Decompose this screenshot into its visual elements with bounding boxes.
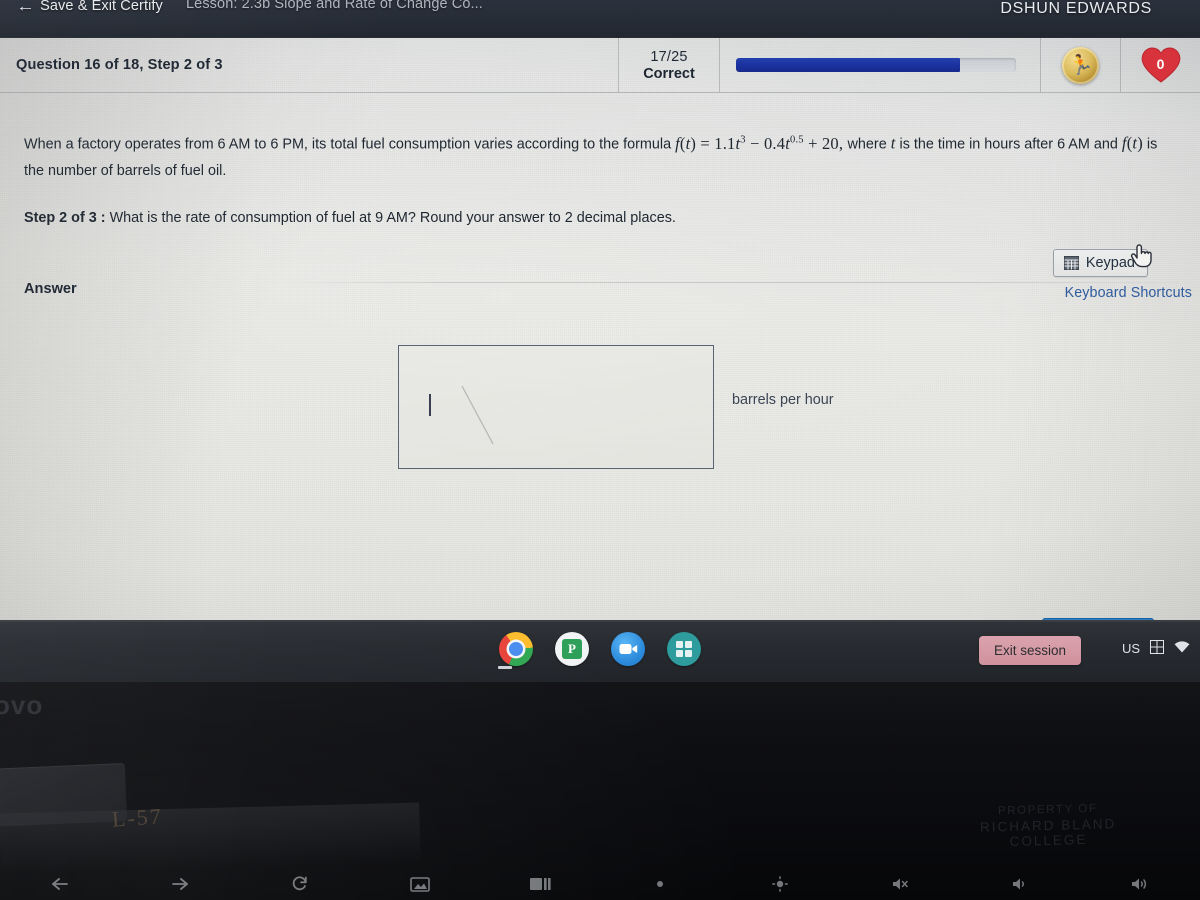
progress-track	[736, 58, 1016, 72]
user-name-label: DSHUN EDWARDS	[1000, 0, 1152, 17]
chrome-icon[interactable]	[498, 632, 533, 669]
question-intro-b: where	[847, 136, 887, 153]
question-text: When a factory operates from 6 AM to 6 P…	[0, 93, 1186, 184]
formula-comma: ,	[838, 133, 844, 153]
answer-header-row: Answer Keypad Keyboard Shortcuts	[0, 249, 1200, 315]
lives-badge[interactable]: 0	[1120, 38, 1200, 92]
system-tray[interactable]: US	[1122, 640, 1190, 657]
mute-key[interactable]	[840, 877, 960, 891]
medal-badge[interactable]: 🏃	[1040, 38, 1120, 92]
question-intro-c: is the time in hours after 6 AM and	[899, 136, 1118, 153]
brightness-down-key[interactable]	[600, 877, 720, 891]
question-fn-ft: f(t)	[1121, 133, 1143, 153]
progress-bar-wrap	[720, 38, 1040, 92]
hearts-count: 0	[1156, 55, 1165, 72]
question-var-t: t	[890, 133, 896, 153]
formula-term3: 20	[821, 133, 839, 153]
pear-deck-icon[interactable]: P	[555, 632, 589, 666]
formula-term2-coef: 0.4	[763, 133, 786, 153]
shelf-app-icons: P	[498, 632, 701, 669]
keyboard-shortcuts-link[interactable]: Keyboard Shortcuts	[1065, 285, 1192, 301]
formula-term1-coef: 1.1	[714, 133, 736, 153]
laptop-brand-logo: ovo	[0, 690, 44, 720]
formula-var: t	[685, 133, 691, 153]
question-status-bar: Question 16 of 18, Step 2 of 3 17/25 Cor…	[0, 38, 1200, 93]
formula-fn: f	[675, 133, 680, 153]
score-fraction: 17/25	[650, 48, 688, 65]
property-label: PROPERTY OF RICHARD BLAND COLLEGE	[979, 801, 1117, 850]
overview-key[interactable]	[480, 877, 600, 891]
chromeos-shelf: P Exit session US	[0, 620, 1200, 682]
formula-term2-exp: 0.5	[789, 134, 804, 145]
wifi-icon[interactable]	[1174, 641, 1190, 656]
heart-icon: 0	[1140, 46, 1182, 84]
volume-up-key[interactable]	[1080, 877, 1200, 891]
medal-icon: 🏃	[1062, 46, 1099, 84]
answer-input[interactable]	[398, 345, 714, 469]
question-formula: f(t) = 1.1t3 − 0.4t0.5 + 20,	[675, 133, 844, 153]
formula-minus: −	[750, 133, 760, 153]
text-caret	[429, 394, 431, 416]
volume-down-key[interactable]	[960, 877, 1080, 891]
palmrest	[0, 802, 421, 874]
answer-section-label: Answer	[24, 281, 77, 297]
back-arrow-icon: ←	[16, 0, 35, 15]
refresh-key[interactable]	[240, 876, 360, 892]
score-word: Correct	[643, 65, 695, 82]
ime-language-label[interactable]: US	[1122, 641, 1140, 656]
apps-grid-icon[interactable]	[667, 632, 701, 666]
answer-divider	[285, 282, 1200, 283]
calculator-grid-icon	[1063, 256, 1079, 270]
question-intro-a: When a factory operates from 6 AM to 6 P…	[24, 136, 672, 153]
formula-term1-exp: 3	[740, 134, 746, 145]
step-label: Step 2 of 3 :	[24, 209, 106, 226]
zoom-icon[interactable]	[611, 632, 645, 666]
formula-equals: =	[700, 133, 710, 153]
step-instruction: Step 2 of 3 : What is the rate of consum…	[0, 184, 1200, 230]
question-body: When a factory operates from 6 AM to 6 P…	[0, 93, 1200, 301]
forward-arrow-key[interactable]	[120, 877, 240, 891]
screen-scratch	[461, 385, 494, 445]
keypad-label: Keypad	[1085, 255, 1135, 271]
step-question-text: What is the rate of consumption of fuel …	[109, 209, 676, 226]
browser-tab-title[interactable]: Lesson: 2.3b Slope and Rate of Change Co…	[186, 0, 483, 12]
formula-plus: +	[808, 133, 818, 153]
question-progress-label: Question 16 of 18, Step 2 of 3	[16, 57, 223, 73]
exit-session-button[interactable]: Exit session	[978, 636, 1081, 665]
fullscreen-key[interactable]	[360, 876, 480, 892]
save-and-exit-certify-label: Save & Exit Certify	[40, 0, 163, 14]
ime-icon[interactable]	[1150, 640, 1164, 657]
browser-tabstrip: ← Save & Exit Certify Lesson: 2.3b Slope…	[0, 0, 1200, 41]
back-arrow-key[interactable]	[0, 877, 120, 891]
brightness-up-key[interactable]	[720, 876, 840, 892]
answer-input-row: barrels per hour	[398, 345, 834, 469]
laptop-screen-photo: ← Save & Exit Certify Lesson: 2.3b Slope…	[0, 0, 1200, 900]
save-and-exit-certify-button[interactable]: ← Save & Exit Certify	[16, 0, 163, 15]
answer-unit-label: barrels per hour	[732, 392, 834, 408]
pointer-hand-cursor	[1130, 242, 1152, 273]
courseware-page: Question 16 of 18, Step 2 of 3 17/25 Cor…	[0, 38, 1200, 640]
score-box: 17/25 Correct	[618, 38, 720, 92]
asset-tag-sticker: L-57	[111, 803, 164, 832]
pear-deck-letter: P	[562, 639, 582, 659]
function-key-row	[0, 868, 1200, 900]
progress-fill	[736, 58, 960, 72]
